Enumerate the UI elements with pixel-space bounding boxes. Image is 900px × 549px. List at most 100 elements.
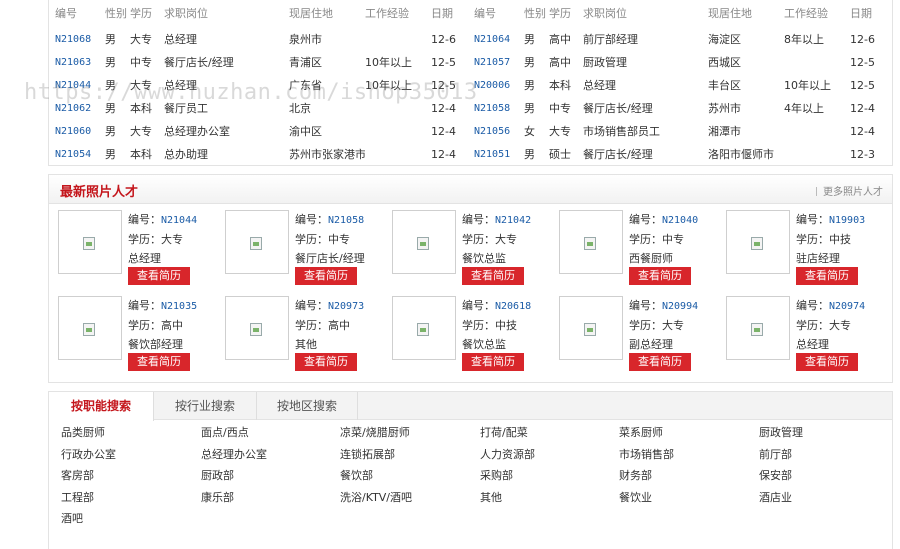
category-link[interactable]: 厨政部 (201, 467, 234, 483)
table-row[interactable]: N20006 男 本科 总经理 丰台区 10年以上 12-5 (474, 74, 894, 97)
talent-card: 编号：N19903 学历：中技 驻店经理 查看简历 (717, 210, 877, 290)
table-row[interactable]: N21056 女 大专 市场销售部员工 湘潭市 12-4 (474, 120, 894, 143)
table-row[interactable]: N21062 男 本科 餐厅员工 北京 12-4 (55, 97, 475, 120)
resume-id-link[interactable]: N21058 (474, 97, 524, 120)
resume-id-link[interactable]: N21051 (474, 143, 524, 166)
view-resume-button[interactable]: 查看简历 (796, 267, 858, 285)
resume-id-link[interactable]: N21057 (474, 51, 524, 74)
talent-education: 学历：大专 (462, 233, 517, 246)
talent-education: 学历：中专 (629, 233, 684, 246)
category-link[interactable]: 餐饮部 (340, 467, 373, 483)
view-resume-button[interactable]: 查看简历 (128, 267, 190, 285)
view-resume-button[interactable]: 查看简历 (128, 353, 190, 371)
broken-image-icon (250, 237, 262, 250)
more-photo-talent-link[interactable]: 更多照片人才 (816, 183, 883, 198)
sex-cell: 男 (524, 33, 535, 46)
category-link[interactable]: 面点/西点 (201, 424, 249, 440)
category-link[interactable]: 财务部 (619, 467, 652, 483)
resume-id-link[interactable]: N21063 (55, 51, 105, 74)
view-resume-button[interactable]: 查看简历 (629, 353, 691, 371)
talent-photo[interactable] (559, 296, 623, 360)
talent-number[interactable]: N20994 (662, 301, 698, 312)
sex-cell: 男 (524, 148, 535, 161)
category-link[interactable]: 凉菜/烧腊厨师 (340, 424, 410, 440)
table-row[interactable]: N21063 男 中专 餐厅店长/经理 青浦区 10年以上 12-5 (55, 51, 475, 74)
table-row[interactable]: N21057 男 高中 厨政管理 西城区 12-5 (474, 51, 894, 74)
category-link[interactable]: 打荷/配菜 (480, 424, 528, 440)
table-row[interactable]: N21068 男 大专 总经理 泉州市 12-6 (55, 28, 475, 51)
view-resume-button[interactable]: 查看简历 (462, 353, 524, 371)
talent-number[interactable]: N21044 (161, 215, 197, 226)
table-row[interactable]: N21051 男 硕士 餐厅店长/经理 洛阳市偃师市 12-3 (474, 143, 894, 166)
category-link[interactable]: 市场销售部 (619, 446, 674, 462)
category-link[interactable]: 总经理办公室 (201, 446, 267, 462)
resume-id-link[interactable]: N21060 (55, 120, 105, 143)
resume-id-link[interactable]: N21054 (55, 143, 105, 166)
resume-id-link[interactable]: N21062 (55, 97, 105, 120)
talent-photo[interactable] (58, 210, 122, 274)
talent-photo[interactable] (225, 296, 289, 360)
category-link[interactable]: 酒店业 (759, 489, 792, 505)
talent-card: 编号：N20973 学历：高中 其他 查看简历 (216, 296, 376, 376)
category-link[interactable]: 其他 (480, 489, 502, 505)
talent-photo[interactable] (58, 296, 122, 360)
category-link[interactable]: 连锁拓展部 (340, 446, 395, 462)
tab-by-region[interactable]: 按地区搜索 (257, 392, 358, 420)
talent-number[interactable]: N21058 (328, 215, 364, 226)
location-cell: 泉州市 (289, 33, 322, 46)
talent-number[interactable]: N21035 (161, 301, 197, 312)
talent-photo[interactable] (225, 210, 289, 274)
sex-cell: 男 (105, 125, 116, 138)
talent-info: 编号：N21042 学历：大专 餐饮总监 (462, 210, 531, 268)
talent-photo[interactable] (392, 296, 456, 360)
view-resume-button[interactable]: 查看简历 (295, 267, 357, 285)
sex-cell: 男 (105, 148, 116, 161)
resume-id-link[interactable]: N21068 (55, 28, 105, 51)
talent-card: 编号：N21035 学历：高中 餐饮部经理 查看简历 (49, 296, 209, 376)
talent-number[interactable]: N21040 (662, 215, 698, 226)
category-link[interactable]: 餐饮业 (619, 489, 652, 505)
location-cell: 苏州市 (708, 102, 741, 115)
talent-education: 学历：高中 (295, 319, 350, 332)
view-resume-button[interactable]: 查看简历 (796, 353, 858, 371)
category-link[interactable]: 行政办公室 (61, 446, 116, 462)
category-link[interactable]: 采购部 (480, 467, 513, 483)
table-row[interactable]: N21054 男 本科 总办助理 苏州市张家港市 12-4 (55, 143, 475, 166)
view-resume-button[interactable]: 查看简历 (629, 267, 691, 285)
resume-id-link[interactable]: N20006 (474, 74, 524, 97)
experience-cell: 10年以上 (365, 56, 412, 69)
tab-by-industry[interactable]: 按行业搜索 (154, 392, 257, 420)
category-link[interactable]: 洗浴/KTV/酒吧 (340, 489, 412, 505)
talent-number[interactable]: N21042 (495, 215, 531, 226)
talent-number-line: 编号：N20994 (629, 296, 698, 316)
talent-number[interactable]: N20974 (829, 301, 865, 312)
table-row[interactable]: N21058 男 中专 餐厅店长/经理 苏州市 4年以上 12-4 (474, 97, 894, 120)
tab-by-function[interactable]: 按职能搜索 (49, 392, 154, 421)
category-link[interactable]: 保安部 (759, 467, 792, 483)
talent-number[interactable]: N20618 (495, 301, 531, 312)
talent-number-label: 编号： (128, 299, 161, 312)
category-link[interactable]: 酒吧 (61, 510, 83, 526)
talent-photo[interactable] (392, 210, 456, 274)
category-link[interactable]: 人力资源部 (480, 446, 535, 462)
table-row[interactable]: N21060 男 大专 总经理办公室 渝中区 12-4 (55, 120, 475, 143)
resume-id-link[interactable]: N21044 (55, 74, 105, 97)
category-link[interactable]: 工程部 (61, 489, 94, 505)
resume-id-link[interactable]: N21056 (474, 120, 524, 143)
category-link[interactable]: 前厅部 (759, 446, 792, 462)
table-row[interactable]: N21044 男 大专 总经理 广东省 10年以上 12-5 (55, 74, 475, 97)
category-link[interactable]: 客房部 (61, 467, 94, 483)
talent-photo[interactable] (726, 210, 790, 274)
category-link[interactable]: 厨政管理 (759, 424, 803, 440)
table-row[interactable]: N21064 男 高中 前厅部经理 海淀区 8年以上 12-6 (474, 28, 894, 51)
talent-number[interactable]: N20973 (328, 301, 364, 312)
talent-number[interactable]: N19903 (829, 215, 865, 226)
category-link[interactable]: 品类厨师 (61, 424, 105, 440)
talent-photo[interactable] (726, 296, 790, 360)
view-resume-button[interactable]: 查看简历 (295, 353, 357, 371)
category-link[interactable]: 康乐部 (201, 489, 234, 505)
view-resume-button[interactable]: 查看简历 (462, 267, 524, 285)
talent-photo[interactable] (559, 210, 623, 274)
resume-id-link[interactable]: N21064 (474, 28, 524, 51)
category-link[interactable]: 菜系厨师 (619, 424, 663, 440)
